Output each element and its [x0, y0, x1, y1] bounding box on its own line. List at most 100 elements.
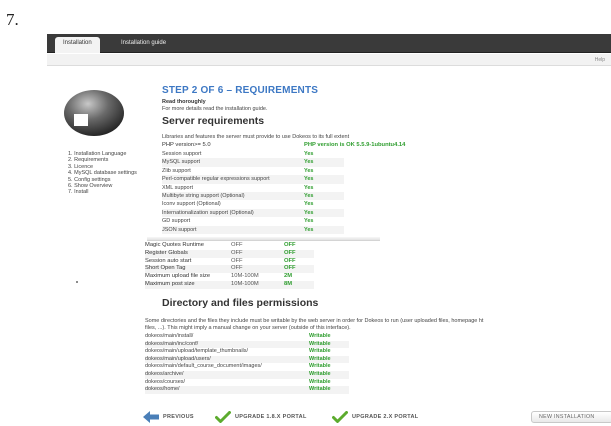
table-row: dokeos/main/upload/template_thumbnails/W…	[145, 348, 349, 356]
table-row: dokeos/main/upload/users/Writable	[145, 355, 349, 364]
server-requirements-title: Server requirements	[162, 115, 265, 127]
requirement-status: Yes	[304, 151, 314, 157]
setting-current: OFF	[284, 249, 296, 256]
requirement-status: Yes	[304, 167, 314, 174]
directory-status: Writable	[309, 386, 331, 393]
help-link[interactable]: Help	[595, 57, 605, 63]
setting-current: OFF	[284, 257, 296, 264]
page-title: STEP 2 OF 6 – REQUIREMENTS	[162, 85, 319, 96]
server-requirements-intro: Libraries and features the server must p…	[162, 134, 350, 140]
table-row: Magic Quotes Runtime OFF OFF	[145, 242, 314, 250]
requirement-status: Yes	[304, 218, 314, 225]
setting-current: OFF	[284, 265, 296, 272]
arrow-left-icon	[143, 411, 159, 423]
setting-expected: 10M-100M	[231, 280, 259, 287]
upgrade-18-portal-button[interactable]: UPGRADE 1.8.X PORTAL	[215, 410, 307, 424]
directory-path: dokeos/courses/	[145, 378, 186, 385]
setting-label: Session auto start	[145, 257, 192, 264]
directory-status: Writable	[309, 370, 331, 377]
directory-permissions-text: files, ...). This might imply a manual c…	[145, 325, 351, 331]
table-row: dokeos/main/default_course_document/imag…	[145, 363, 349, 371]
upgrade-18-label: UPGRADE 1.8.X PORTAL	[235, 414, 307, 420]
directory-status: Writable	[309, 363, 331, 370]
directory-path: dokeos/main/install/	[145, 333, 194, 339]
directory-path: dokeos/main/upload/template_thumbnails/	[145, 348, 249, 355]
setting-label: Maximum post size	[145, 280, 195, 287]
directory-status: Writable	[309, 340, 331, 347]
bullet-dot	[76, 281, 78, 283]
table-row: GD support Yes	[162, 217, 344, 225]
directory-status: Writable	[309, 355, 331, 362]
table-row: Maximum post size 10M-100M 8M	[145, 280, 314, 289]
dokeos-logo-icon	[62, 88, 126, 138]
table-row: XML support Yes	[162, 184, 344, 192]
table-row: dokeos/main/inc/conf/Writable	[145, 340, 349, 349]
setting-label: Maximum upload file size	[145, 273, 211, 280]
table-row: Perl-compatible regular expressions supp…	[162, 175, 344, 184]
php-settings-table: Magic Quotes Runtime OFF OFF Register Glob…	[145, 242, 314, 289]
setting-label: Magic Quotes Runtime	[145, 242, 204, 248]
setting-label: Register Globals	[145, 249, 188, 256]
directory-path: dokeos/archive/	[145, 370, 184, 377]
setting-current: 8M	[284, 280, 293, 287]
table-row: Multibyte string support (Optional) Yes	[162, 191, 344, 201]
requirement-status: Yes	[304, 192, 314, 199]
requirement-label: Iconv support (Optional)	[162, 201, 221, 208]
table-row: Register Globals OFF OFF	[145, 249, 314, 258]
requirement-label: MySQL support	[162, 159, 201, 166]
requirement-label: XML support	[162, 184, 193, 191]
read-thoroughly-label: Read thoroughly	[162, 99, 206, 105]
directory-path: dokeos/home/	[145, 386, 180, 393]
setting-expected: OFF	[231, 265, 243, 272]
requirement-label: Multibyte string support (Optional)	[162, 192, 245, 199]
top-navigation-bar: Installation Installation guide	[47, 34, 611, 53]
setting-expected: OFF	[231, 249, 243, 256]
directory-path: dokeos/main/inc/conf/	[145, 340, 199, 347]
php-version-label: PHP version>= 5.0	[162, 142, 211, 148]
directory-permissions-title: Directory and files permissions	[162, 297, 319, 309]
previous-button[interactable]: PREVIOUS	[143, 410, 194, 424]
screenshot-seam	[147, 237, 380, 241]
installation-steps-list: 1. Installation Language 2. Requirements…	[68, 151, 137, 196]
table-row: Session auto start OFF OFF	[145, 258, 314, 266]
requirement-status: Yes	[304, 176, 314, 183]
requirement-label: Perl-compatible regular expressions supp…	[162, 176, 270, 183]
requirement-status: Yes	[304, 209, 314, 216]
table-row: dokeos/archive/Writable	[145, 370, 349, 379]
table-row: Iconv support (Optional) Yes	[162, 200, 344, 208]
directory-status: Writable	[309, 378, 331, 385]
table-row: Zlib support Yes	[162, 167, 344, 175]
step-item: 4. MySQL database settings	[68, 170, 137, 177]
requirement-label: GD support	[162, 218, 191, 225]
step-number: 7.	[6, 10, 19, 29]
upgrade-2x-portal-button[interactable]: UPGRADE 2.X PORTAL	[332, 410, 418, 424]
table-row: Short Open Tag OFF OFF	[145, 265, 314, 274]
directory-path: dokeos/main/default_course_document/imag…	[145, 363, 262, 370]
requirement-status: Yes	[304, 159, 314, 166]
requirement-label: Zlib support	[162, 167, 191, 174]
php-version-status: PHP version is OK 5.5.9-1ubuntu4.14	[304, 142, 406, 148]
sub-bar: Help	[47, 54, 611, 66]
table-row: dokeos/main/install/Writable	[145, 333, 349, 341]
setting-label: Short Open Tag	[145, 265, 186, 272]
setting-expected: 10M-100M	[231, 273, 259, 280]
requirement-label: Session support	[162, 151, 202, 157]
table-row: JSON support Yes	[162, 225, 344, 234]
upgrade-2x-label: UPGRADE 2.X PORTAL	[352, 414, 419, 420]
read-thoroughly-text: For more details read the installation g…	[162, 106, 268, 112]
setting-expected: OFF	[231, 257, 243, 264]
directory-permissions-text: Some directories and the files they incl…	[145, 318, 484, 324]
requirement-status: Yes	[304, 201, 314, 208]
table-row: Session support Yes	[162, 150, 344, 158]
requirement-status: Yes	[304, 184, 314, 191]
server-requirements-table: Session support Yes MySQL support Yes Zlib…	[162, 150, 344, 234]
tab-installation-guide[interactable]: Installation guide	[113, 37, 174, 53]
directory-status: Writable	[309, 333, 331, 339]
setting-expected: OFF	[231, 242, 243, 248]
directory-path: dokeos/main/upload/users/	[145, 355, 211, 362]
tab-installation[interactable]: Installation	[55, 37, 100, 53]
table-row: dokeos/home/Writable	[145, 386, 349, 394]
new-installation-button[interactable]: NEW INSTALLATION	[531, 411, 611, 423]
table-row: MySQL support Yes	[162, 158, 344, 167]
setting-current: OFF	[284, 242, 296, 248]
